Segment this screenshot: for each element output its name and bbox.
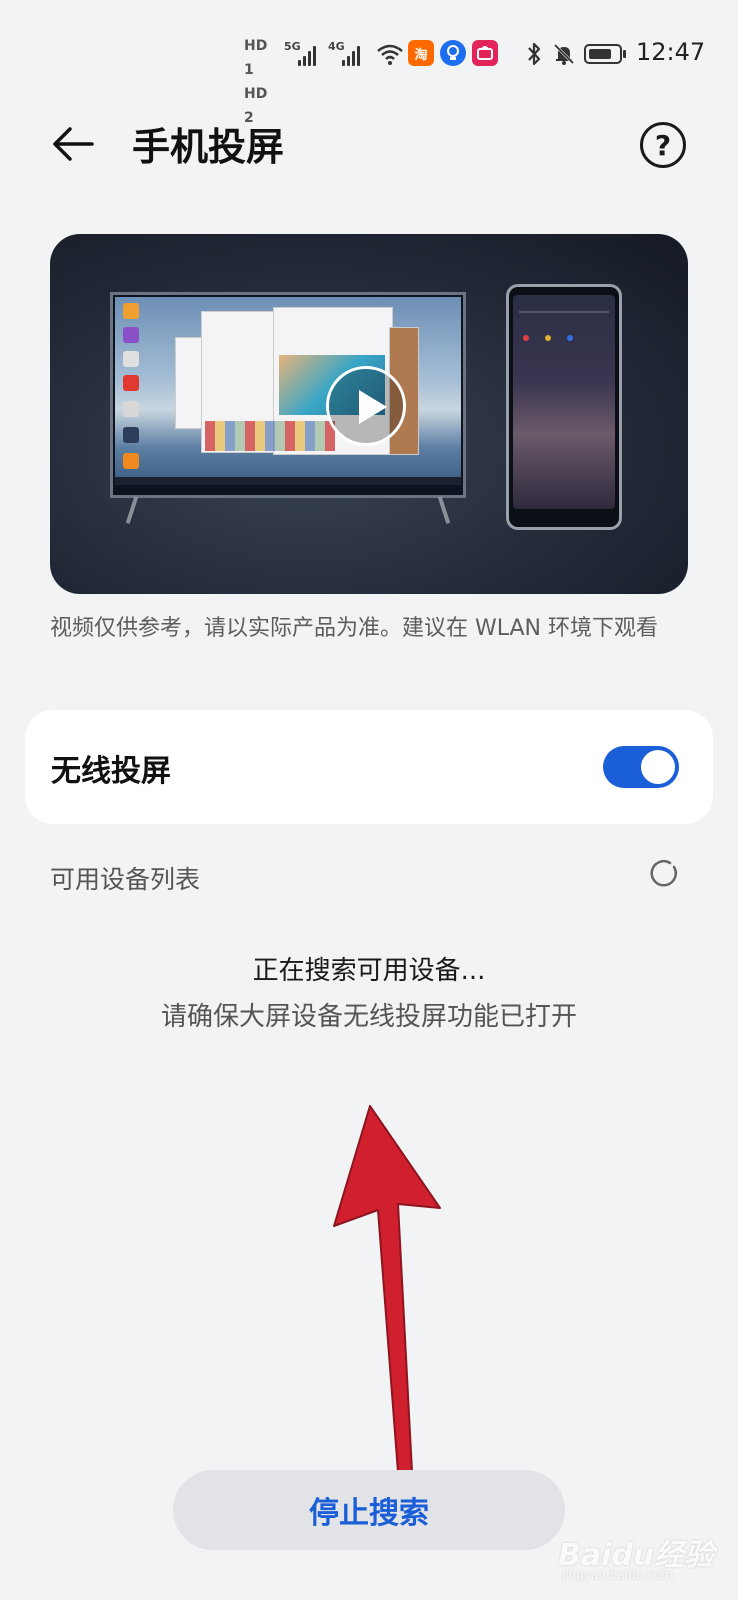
phone-illustration (506, 284, 622, 530)
status-bar: HD 1 HD 2 5G 4G 淘 12:47 (0, 0, 738, 126)
taobao-app-icon: 淘 (408, 40, 434, 66)
toggle-knob (641, 750, 675, 784)
searching-status: 正在搜索可用设备... (252, 956, 486, 986)
bluetooth-icon (528, 42, 541, 66)
stop-search-label: 停止搜索 (309, 1496, 429, 1531)
clock: 12:47 (636, 38, 706, 66)
stop-search-button[interactable]: 停止搜索 (173, 1470, 565, 1550)
watermark-sub: jingyan.baidu.com (562, 1568, 673, 1582)
battery-icon (584, 44, 626, 64)
wireless-projection-label: 无线投屏 (51, 754, 171, 789)
available-devices-header: 可用设备列表 (50, 865, 201, 894)
signal-icon (298, 44, 324, 66)
help-button[interactable]: ? (640, 122, 686, 168)
baidu-watermark: Baidu经验 jingyan.baidu.com (558, 1514, 728, 1582)
annotation-arrow-icon (333, 1105, 441, 1473)
back-arrow-button[interactable] (48, 118, 100, 170)
hd1-label: HD 1 (244, 38, 268, 78)
intro-video[interactable] (50, 234, 688, 594)
wireless-projection-row[interactable]: 无线投屏 (25, 710, 713, 824)
tv-leg (437, 496, 451, 524)
wifi-icon (377, 44, 403, 65)
bell-muted-icon (553, 43, 575, 65)
wireless-projection-toggle[interactable] (603, 746, 679, 788)
play-icon[interactable] (326, 366, 406, 446)
help-icon: ? (654, 128, 672, 162)
signal-icon-2 (342, 44, 368, 66)
video-disclaimer: 视频仅供参考，请以实际产品为准。建议在 WLAN 环境下观看 (50, 616, 659, 641)
battery-fill (589, 49, 611, 59)
bulb-app-icon (440, 40, 466, 66)
loading-spinner-icon (650, 860, 677, 887)
page-title: 手机投屏 (132, 125, 285, 169)
shopping-app-icon (472, 40, 498, 66)
searching-hint: 请确保大屏设备无线投屏功能已打开 (160, 1002, 577, 1032)
tv-illustration (110, 292, 466, 498)
tv-leg (125, 496, 139, 524)
